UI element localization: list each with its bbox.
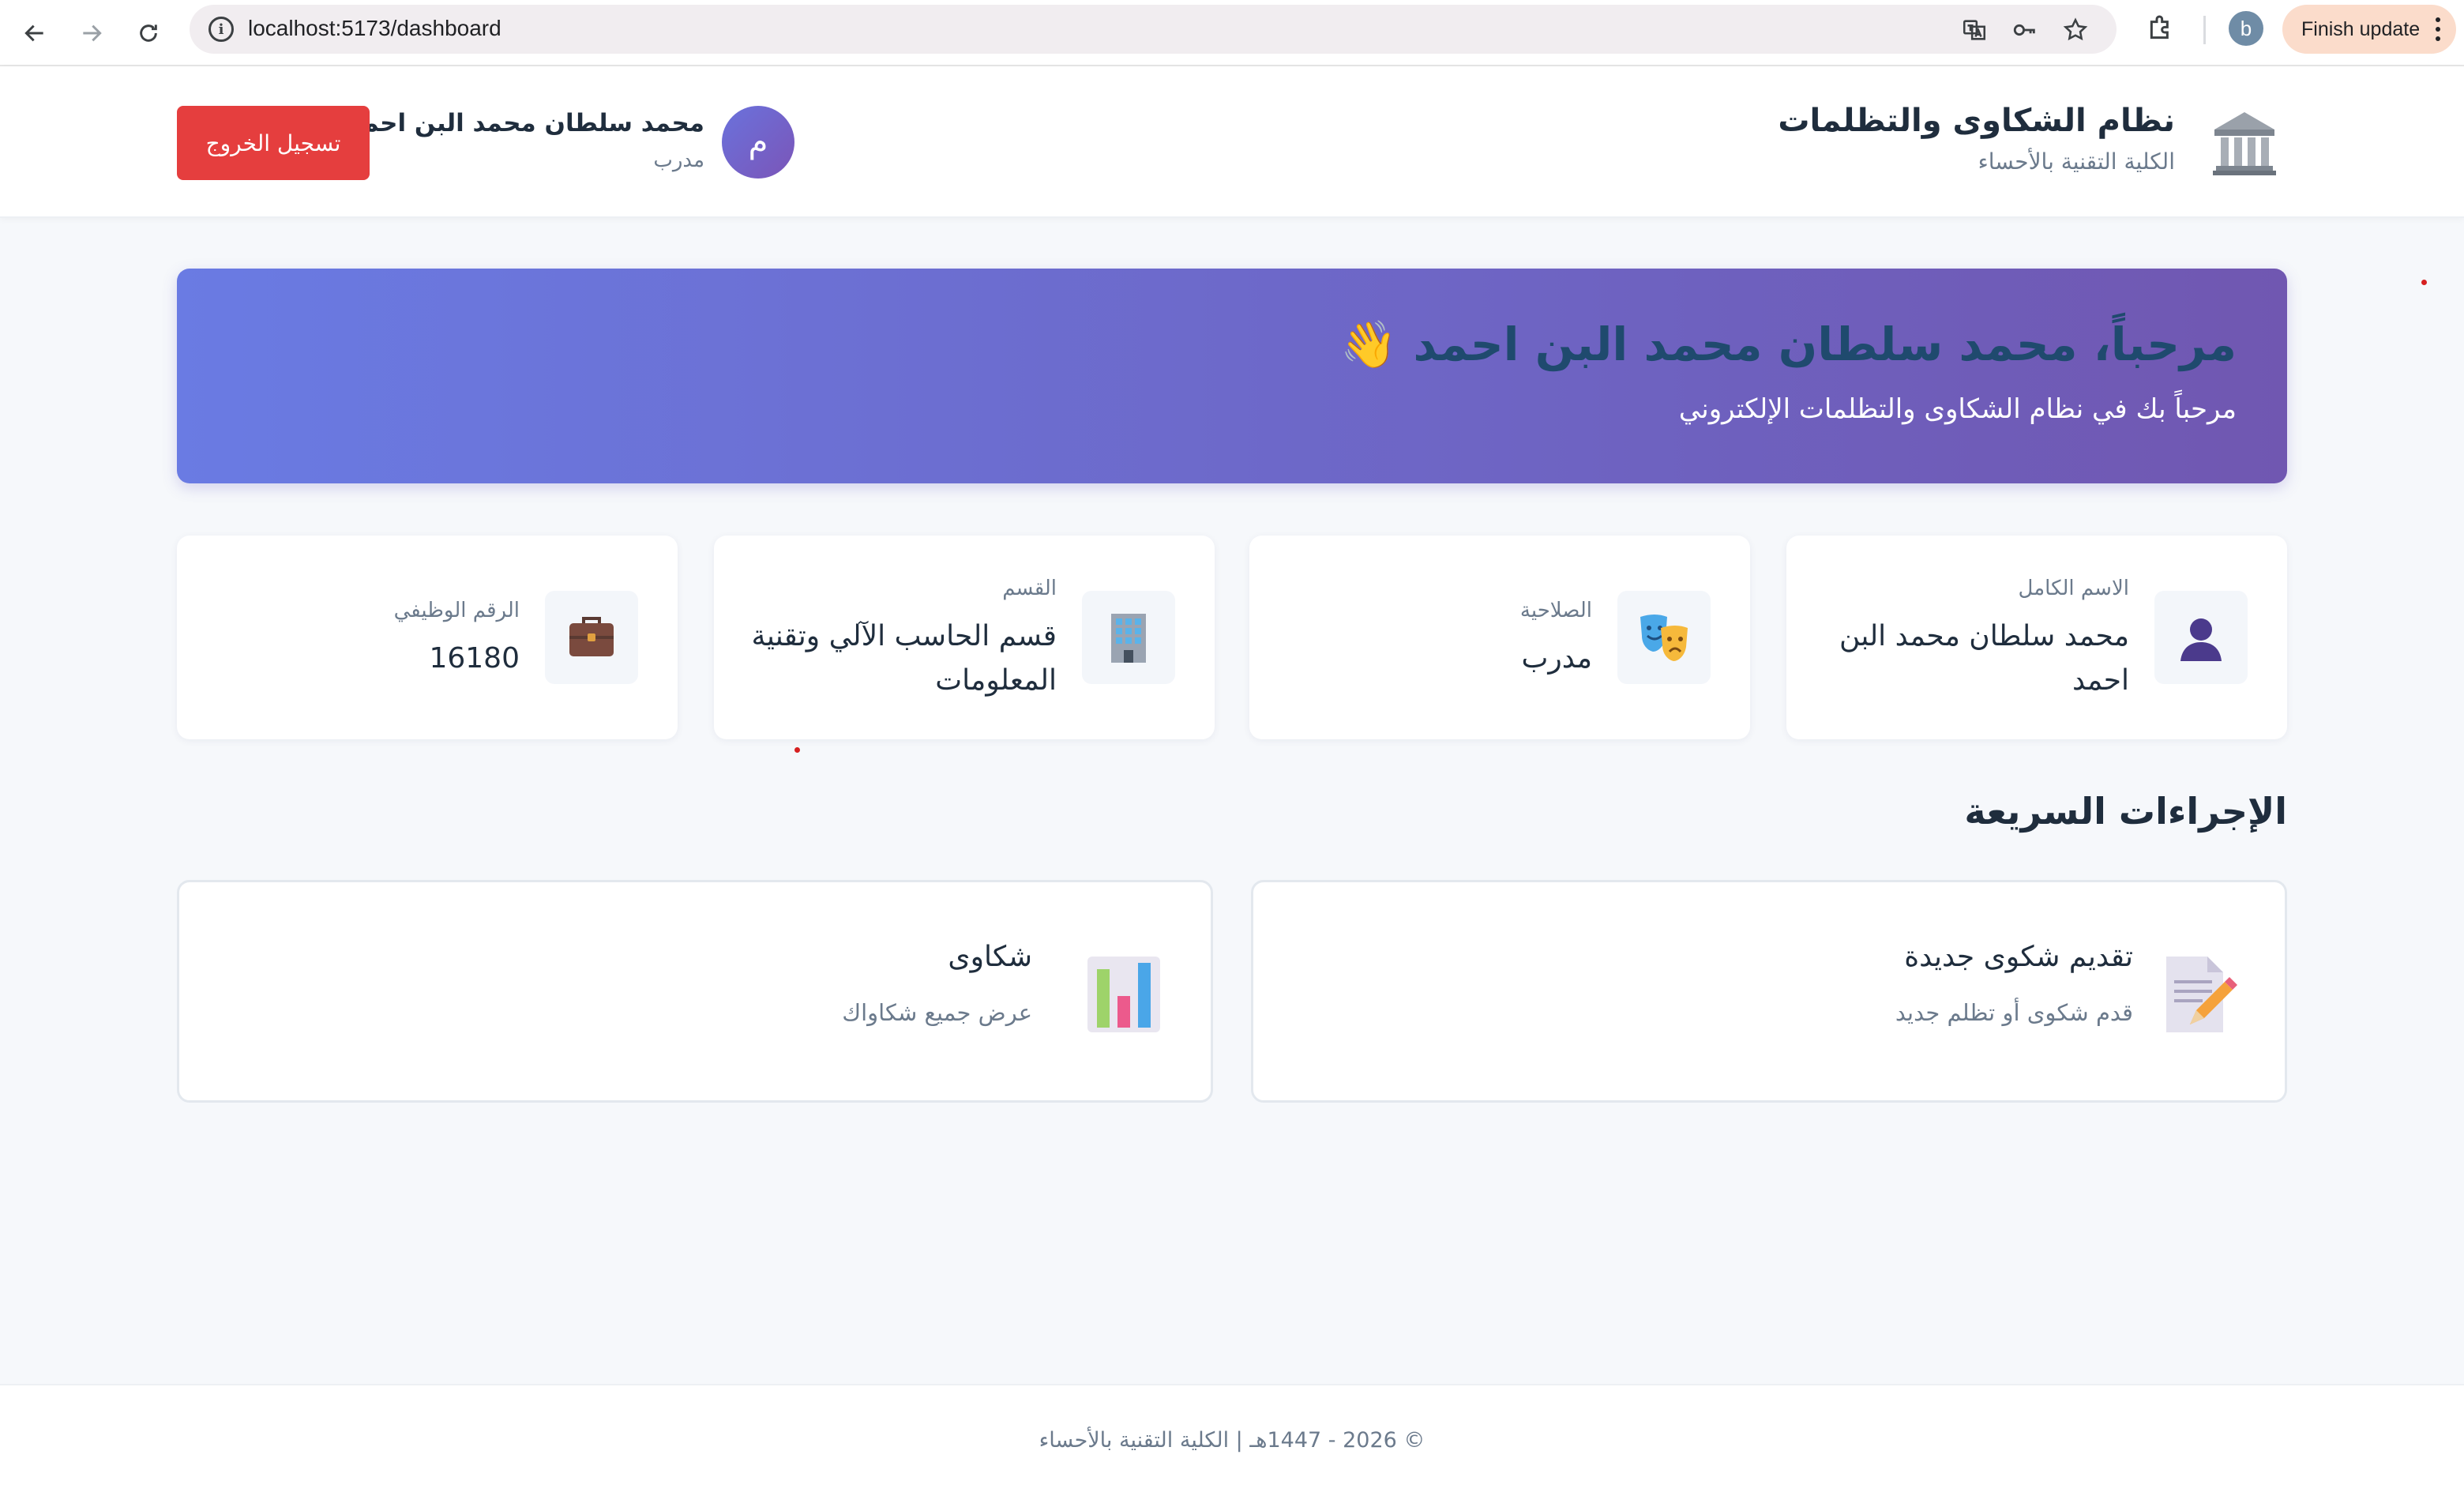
full-name-card: الاسم الكامل محمد سلطان محمد البن احمد [1786,536,2287,739]
user-name: محمد سلطان محمد البن احمد [349,109,704,137]
welcome-banner: مرحباً، محمد سلطان محمد البن احمد 👋 مرحب… [177,269,2287,483]
user-icon [2154,591,2248,684]
profile-avatar[interactable]: b [2229,11,2263,46]
password-key-icon[interactable] [2011,16,2039,44]
logout-button[interactable]: تسجيل الخروج [177,106,370,180]
browser-toolbar: i localhost:5173/dashboard b Finish upda… [0,0,2464,66]
finish-update-button[interactable]: Finish update [2282,5,2456,54]
department-label: القسم [1002,577,1057,600]
extensions-puzzle-icon[interactable] [2145,13,2180,47]
reload-icon[interactable] [126,11,171,55]
page-footer: © 2026 - 1447هـ | الكلية التقنية بالأحسا… [0,1384,2464,1496]
memo-pencil-icon [2166,957,2237,1032]
complaints-title: شكاوى [948,941,1032,973]
system-title: نظام الشكاوى والتظلمات [1778,103,2175,139]
theater-masks-icon [1617,591,1711,684]
site-info-icon[interactable]: i [208,17,234,42]
stray-dot [2421,280,2427,285]
url-text[interactable]: localhost:5173/dashboard [248,16,501,41]
back-icon[interactable] [13,11,57,55]
briefcase-icon [545,591,638,684]
translate-icon[interactable] [1960,16,1989,44]
complaints-description: عرض جميع شكاواك [842,999,1032,1026]
address-bar[interactable]: i localhost:5173/dashboard [190,5,2117,54]
new-complaint-description: قدم شكوى أو تظلم جديد [1895,999,2133,1026]
employee-id-value: 16180 [429,642,520,675]
footer-copyright: © 2026 - 1447هـ | الكلية التقنية بالأحسا… [1039,1428,1425,1453]
user-avatar: م [722,106,794,179]
welcome-subtitle: مرحباً بك في نظام الشكاوى والتظلمات الإل… [1678,393,2237,425]
role-value: مدرب [1521,642,1592,675]
more-menu-icon[interactable] [2436,17,2440,41]
office-building-icon [1082,591,1175,684]
app-header: نظام الشكاوى والتظلمات الكلية التقنية با… [0,66,2464,218]
role-label: الصلاحية [1519,599,1592,622]
forward-icon[interactable] [69,11,114,55]
employee-id-label: الرقم الوظيفي [393,599,520,622]
stray-dot [794,747,800,753]
bar-chart-icon [1087,957,1160,1032]
full-name-label: الاسم الكامل [2018,577,2129,600]
institution-building-icon [2213,112,2276,175]
department-card: القسم قسم الحاسب الآلي وتقنية المعلومات [714,536,1215,739]
employee-id-card: الرقم الوظيفي 16180 [177,536,678,739]
full-name-value: محمد سلطان محمد البن احمد [1839,620,2129,697]
new-complaint-title: تقديم شكوى جديدة [1904,941,2133,973]
toolbar-divider [2203,16,2206,44]
role-card: الصلاحية مدرب [1249,536,1750,739]
finish-update-label: Finish update [2301,17,2421,40]
user-role: مدرب [653,148,704,172]
bookmark-star-icon[interactable] [2061,16,2090,44]
quick-actions-title: الإجراءات السريعة [1964,790,2287,833]
welcome-title: مرحباً، محمد سلطان محمد البن احمد 👋 [1340,318,2237,371]
complaints-card[interactable]: شكاوى عرض جميع شكاواك [177,880,1213,1103]
department-value: قسم الحاسب الآلي وتقنية المعلومات [751,620,1057,697]
new-complaint-card[interactable]: تقديم شكوى جديدة قدم شكوى أو تظلم جديد [1251,880,2287,1103]
college-subtitle: الكلية التقنية بالأحساء [1978,148,2175,175]
